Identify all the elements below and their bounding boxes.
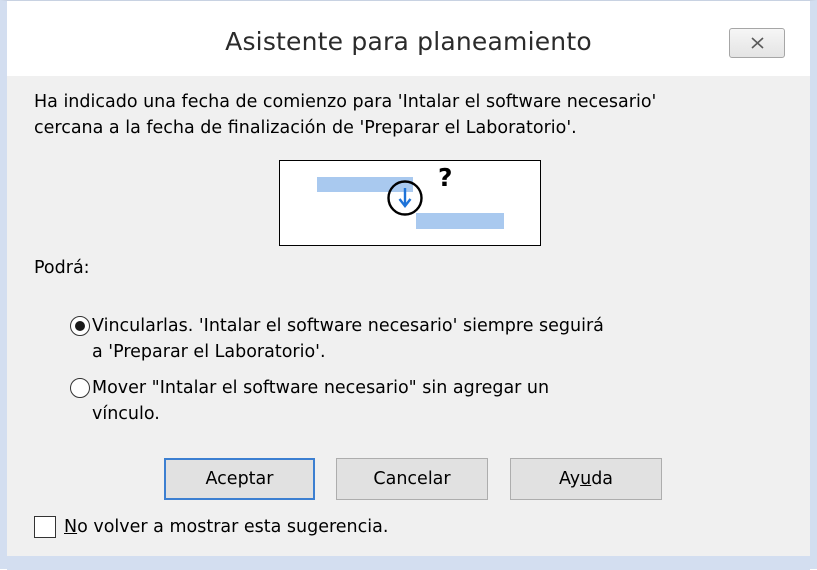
help-label-prefix: Ay: [558, 469, 581, 489]
title-bar[interactable]: Asistente para planeamiento: [7, 1, 810, 76]
close-button[interactable]: [729, 28, 785, 58]
help-label-mnemonic: u: [580, 469, 592, 489]
question-mark: ?: [438, 163, 453, 192]
link-tasks-line-1: Vincularlas. 'Intalar el software necesa…: [92, 316, 604, 336]
dont-show-again-checkbox[interactable]: [34, 516, 56, 538]
move-task-label: Mover "Intalar el software necesario" si…: [92, 375, 732, 427]
link-tasks-label: Vincularlas. 'Intalar el software necesa…: [92, 313, 732, 365]
link-tasks-radio[interactable]: [70, 316, 90, 336]
info-message: Ha indicado una fecha de comienzo para '…: [34, 89, 804, 141]
help-button[interactable]: Ayuda: [510, 458, 662, 500]
link-tasks-line-2: a 'Preparar el Laboratorio'.: [92, 342, 326, 362]
successor-task-bar: [416, 213, 504, 229]
link-arrow-icon: [387, 180, 423, 216]
help-label-suffix: da: [591, 469, 614, 489]
dont-show-again-label: No volver a mostrar esta sugerencia.: [64, 515, 388, 539]
close-icon: [751, 37, 764, 49]
dont-show-mnemonic: N: [64, 517, 78, 537]
planning-wizard-dialog: Asistente para planeamiento Ha indicado …: [0, 0, 817, 570]
move-task-line-2: vínculo.: [92, 404, 160, 424]
window-bottom-border: [7, 556, 810, 570]
accept-button[interactable]: Aceptar: [164, 458, 315, 500]
move-task-line-1: Mover "Intalar el software necesario" si…: [92, 378, 550, 398]
message-line-1: Ha indicado una fecha de comienzo para '…: [34, 92, 657, 112]
dialog-body: Ha indicado una fecha de comienzo para '…: [7, 76, 810, 556]
options-heading: Podrá:: [34, 258, 90, 278]
dont-show-text: o volver a mostrar esta sugerencia.: [77, 517, 389, 537]
dialog-title: Asistente para planeamiento: [225, 27, 592, 56]
message-line-2: cercana a la fecha de finalización de 'P…: [34, 118, 577, 138]
link-tasks-illustration: ?: [279, 160, 541, 246]
move-task-radio[interactable]: [70, 378, 90, 398]
cancel-button[interactable]: Cancelar: [336, 458, 488, 500]
